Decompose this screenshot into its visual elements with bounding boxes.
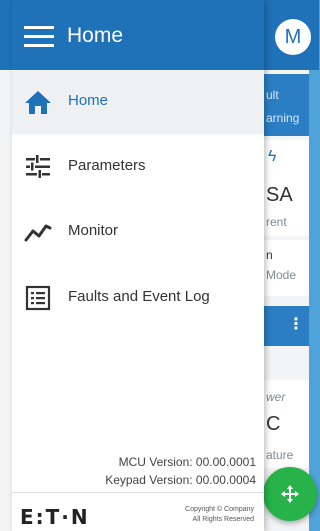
- copyright-line: All Rights Reserved: [192, 516, 254, 523]
- background-fragment: ature: [266, 448, 294, 462]
- background-card-fault-warning: [262, 74, 309, 136]
- nav-item-label: Faults and Event Log: [68, 288, 210, 305]
- navigation-drawer: Home Home Parameters Monitor Faults and …: [12, 0, 264, 531]
- background-fragment: Mode: [266, 268, 297, 282]
- version-info: MCU Version: 00.00.0001 Keypad Version: …: [105, 453, 256, 489]
- navigation-fab[interactable]: [263, 467, 317, 521]
- user-avatar[interactable]: M: [275, 19, 311, 55]
- more-vertical-icon: ⋮: [288, 316, 304, 333]
- menu-icon[interactable]: [24, 25, 54, 49]
- drawer-header: Home: [12, 0, 264, 70]
- nav-item-label: Parameters: [68, 157, 146, 174]
- background-fragment: ult: [266, 88, 279, 102]
- copyright-line: Copyright © Company: [185, 506, 254, 513]
- event-log-icon: [25, 285, 51, 311]
- background-fragment: C: [266, 413, 281, 435]
- background-fragment: SA: [266, 184, 293, 206]
- footer-divider: [12, 492, 264, 493]
- background-fragment: arning: [266, 111, 300, 125]
- nav-item-monitor[interactable]: Monitor: [12, 200, 264, 264]
- sliders-icon: [26, 155, 50, 178]
- background-fragment: wer: [266, 390, 286, 404]
- nav-item-label: Home: [68, 92, 109, 109]
- mcu-version: MCU Version: 00.00.0001: [118, 455, 256, 469]
- background-fragment: n: [266, 248, 273, 262]
- eaton-logo: E:T·N: [20, 505, 90, 529]
- bolt-icon: ϟ: [268, 148, 277, 165]
- drawer-title: Home: [67, 24, 124, 47]
- nav-item-parameters[interactable]: Parameters: [12, 135, 264, 199]
- background-fragment: rent: [266, 215, 287, 229]
- move-arrows-icon: [281, 485, 299, 503]
- home-icon: [25, 91, 51, 114]
- nav-item-faults-event-log[interactable]: Faults and Event Log: [12, 266, 264, 330]
- trend-line-icon: [24, 224, 52, 242]
- keypad-version: Keypad Version: 00.00.0004: [105, 473, 256, 487]
- nav-item-label: Monitor: [68, 222, 119, 239]
- nav-item-home[interactable]: Home: [12, 70, 264, 134]
- background-more-button[interactable]: ⋮: [262, 306, 309, 346]
- copyright-text: Copyright © Company All Rights Reserved: [185, 505, 254, 525]
